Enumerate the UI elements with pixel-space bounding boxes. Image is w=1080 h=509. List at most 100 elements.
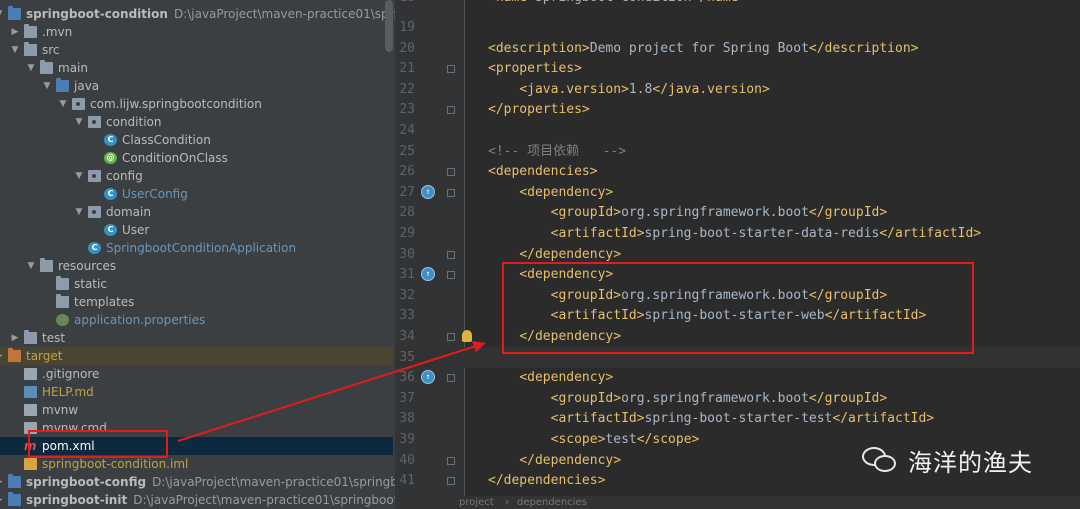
tree-item[interactable]: HELP.md <box>0 383 393 401</box>
tree-item[interactable]: ▼ main <box>0 59 393 77</box>
code-line[interactable]: 29 <artifactId>spring-boot-starter-data-… <box>395 223 1080 244</box>
tree-item[interactable]: ▼ com.lijw.springbootcondition <box>0 95 393 113</box>
tree-item[interactable]: application.properties <box>0 311 393 329</box>
tree-item[interactable]: ▼ domain <box>0 203 393 221</box>
tree-item[interactable]: ▼ resources <box>0 257 393 275</box>
tree-item[interactable]: ▶ springboot-initD:\javaProject\maven-pra… <box>0 491 395 509</box>
code-line[interactable]: 24 <box>395 120 1080 141</box>
tree-item[interactable]: ▶ target <box>0 347 393 365</box>
tree-item-label: domain <box>106 205 151 219</box>
tree-item[interactable]: C UserConfig <box>0 185 393 203</box>
code-line[interactable]: 20 <description>Demo project for Spring B… <box>395 38 1080 59</box>
tree-item-label: ClassCondition <box>122 133 211 147</box>
code-line[interactable]: 23 </properties> <box>395 99 1080 120</box>
code-editor[interactable]: 18 <name>springboot-condition</name> 19 20 <… <box>395 0 1080 509</box>
line-number: 21 <box>399 61 415 77</box>
code-text: </dependencies> <box>488 473 606 489</box>
breadcrumb-item-project[interactable]: project <box>459 496 494 509</box>
breadcrumb[interactable]: project › dependencies <box>395 496 1080 509</box>
pom-highlight-box <box>28 430 168 458</box>
chevron-down-icon[interactable]: ▼ <box>74 167 84 185</box>
chevron-down-icon[interactable]: ▼ <box>26 257 36 275</box>
code-line[interactable]: 37 <groupId>org.springframework.boot</gr… <box>395 388 1080 409</box>
tree-item[interactable]: static <box>0 275 393 293</box>
tree-item[interactable]: C ClassCondition <box>0 131 393 149</box>
tree-item-label: condition <box>106 115 162 129</box>
fold-marker-icon[interactable] <box>447 65 455 74</box>
chevron-down-icon[interactable]: ▼ <box>74 203 84 221</box>
file-icon <box>24 368 37 380</box>
fold-marker-icon[interactable] <box>447 106 455 115</box>
chevron-right-icon[interactable]: ▶ <box>0 347 4 365</box>
chevron-down-icon[interactable]: ▼ <box>58 95 68 113</box>
watermark: 海洋的渔夫 <box>862 444 1033 477</box>
tree-item[interactable]: ▶ test <box>0 329 393 347</box>
chevron-down-icon[interactable]: ▼ <box>10 41 20 59</box>
tree-scrollbar[interactable] <box>385 0 393 52</box>
chevron-right-icon[interactable]: ▶ <box>10 23 20 41</box>
code-line[interactable]: 28 <groupId>org.springframework.boot</gr… <box>395 202 1080 223</box>
tree-item[interactable]: mvnw <box>0 401 393 419</box>
tree-item[interactable]: ▼ java <box>0 77 393 95</box>
tree-item-label: SpringbootConditionApplication <box>106 241 297 255</box>
tree-item[interactable]: ▼ src <box>0 41 393 59</box>
line-number: 40 <box>399 452 415 468</box>
fold-marker-icon[interactable] <box>447 456 455 465</box>
markdown-file-icon <box>24 386 37 398</box>
chevron-down-icon[interactable]: ▼ <box>0 5 4 23</box>
fold-marker-icon[interactable] <box>447 333 455 341</box>
chevron-down-icon[interactable]: ▼ <box>42 77 52 95</box>
tree-item[interactable]: .gitignore <box>0 365 393 383</box>
fold-marker-icon[interactable] <box>447 374 455 383</box>
code-line[interactable]: 27 <dependency> ↑ <box>395 182 1080 203</box>
fold-marker-icon[interactable] <box>447 188 455 197</box>
code-line[interactable]: 36 <dependency> ↑ <box>395 367 1080 388</box>
tree-item-label: ConditionOnClass <box>122 151 228 165</box>
chevron-right-icon[interactable]: ▶ <box>0 473 4 491</box>
tree-item[interactable]: C SpringbootConditionApplication <box>0 239 393 257</box>
maven-dependency-icon[interactable]: ↑ <box>421 267 435 282</box>
code-line[interactable]: 38 <artifactId>spring-boot-starter-test<… <box>395 408 1080 429</box>
fold-marker-icon[interactable] <box>447 168 455 177</box>
code-line[interactable]: 18 <name>springboot-condition</name> <box>395 0 1080 8</box>
wechat-icon <box>862 445 900 475</box>
class-icon: C <box>104 224 117 236</box>
code-line[interactable]: 26 <dependencies> <box>395 161 1080 182</box>
tree-item[interactable]: templates <box>0 293 393 311</box>
line-number: 20 <box>399 40 415 56</box>
tree-item[interactable]: ▼ condition <box>0 113 393 131</box>
tree-item[interactable]: ▼ springboot-conditionD:\javaProject\mave… <box>0 5 395 23</box>
code-line[interactable]: 25 <!-- 项目依赖 --> <box>395 141 1080 162</box>
tree-item[interactable]: ▶ springboot-configD:\javaProject\maven-p… <box>0 473 395 491</box>
lightbulb-icon[interactable] <box>462 330 472 342</box>
code-line[interactable]: 22 <java.version>1.8</java.version> <box>395 79 1080 100</box>
iml-file-icon <box>24 458 37 470</box>
tree-item[interactable]: C User <box>0 221 393 239</box>
tree-item[interactable]: ▶ .mvn <box>0 23 393 41</box>
code-text: </dependency> <box>519 452 622 468</box>
maven-dependency-icon[interactable]: ↑ <box>421 370 435 385</box>
code-line[interactable]: 19 <box>395 17 1080 38</box>
fold-marker-icon[interactable] <box>447 477 455 486</box>
tree-item-label: static <box>74 277 107 291</box>
tree-item-label: target <box>26 349 63 363</box>
spring-boot-class-icon: C <box>88 242 101 254</box>
module-folder-icon <box>8 492 21 506</box>
dependency-highlight-box <box>502 262 974 354</box>
chevron-down-icon[interactable]: ▼ <box>26 59 36 77</box>
tree-item-label: HELP.md <box>42 385 94 399</box>
code-line[interactable]: 21 <properties> <box>395 58 1080 79</box>
folder-icon <box>24 42 37 56</box>
maven-dependency-icon[interactable]: ↑ <box>421 184 435 199</box>
chevron-right-icon[interactable]: ▶ <box>10 329 20 347</box>
line-number: 18 <box>395 0 415 8</box>
package-icon <box>88 116 101 128</box>
chevron-right-icon[interactable]: ▶ <box>0 491 4 509</box>
tree-item[interactable]: @ ConditionOnClass <box>0 149 393 167</box>
fold-marker-icon[interactable] <box>447 271 455 280</box>
fold-marker-icon[interactable] <box>447 250 455 259</box>
chevron-down-icon[interactable]: ▼ <box>74 113 84 131</box>
breadcrumb-item-dependencies[interactable]: dependencies <box>517 496 587 509</box>
tree-item[interactable]: ▼ config <box>0 167 393 185</box>
code-text: <description>Demo project for Spring Boo… <box>488 40 919 56</box>
